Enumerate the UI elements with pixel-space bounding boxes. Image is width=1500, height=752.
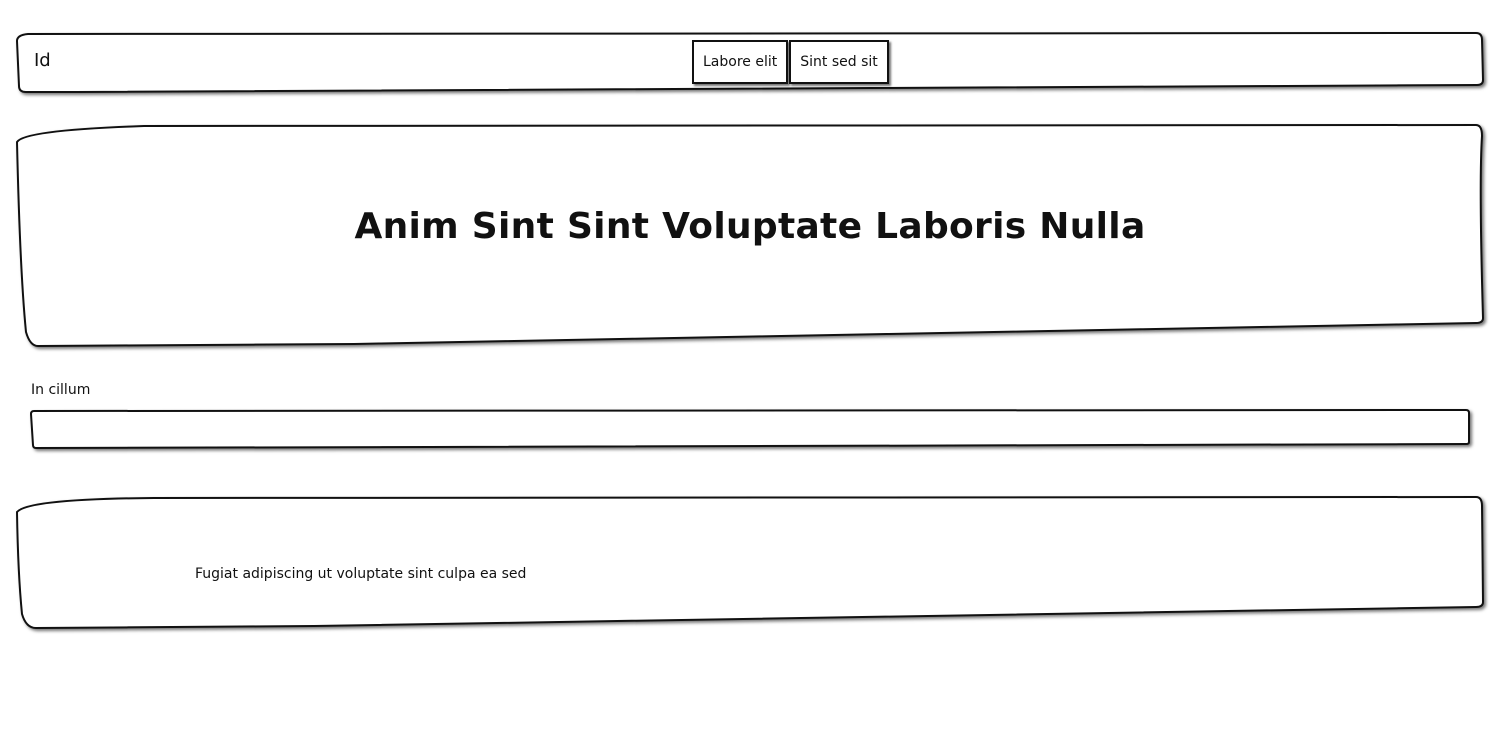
text-input[interactable] — [36, 412, 1464, 444]
footer-text: Fugiat adipiscing ut voluptate sint culp… — [195, 566, 527, 582]
hero-panel: Anim Sint Sint Voluptate Laboris Nulla — [14, 122, 1486, 348]
footer-panel: Fugiat adipiscing ut voluptate sint culp… — [14, 494, 1486, 632]
header-bar: Id Labore elit Sint sed sit — [15, 31, 1485, 94]
text-field-wrapper — [29, 408, 1472, 450]
nav-button-sint-sed-sit[interactable]: Sint sed sit — [789, 40, 889, 84]
page: Id Labore elit Sint sed sit Anim Sint Si… — [0, 0, 1500, 752]
nav-button-labore-elit[interactable]: Labore elit — [692, 40, 789, 84]
footer-frame — [15, 495, 1485, 630]
field-label: In cillum — [31, 382, 91, 398]
hero-title: Anim Sint Sint Voluptate Laboris Nulla — [354, 206, 1146, 247]
brand-name[interactable]: Id — [34, 50, 51, 71]
nav-menu: Labore elit Sint sed sit — [692, 40, 889, 84]
